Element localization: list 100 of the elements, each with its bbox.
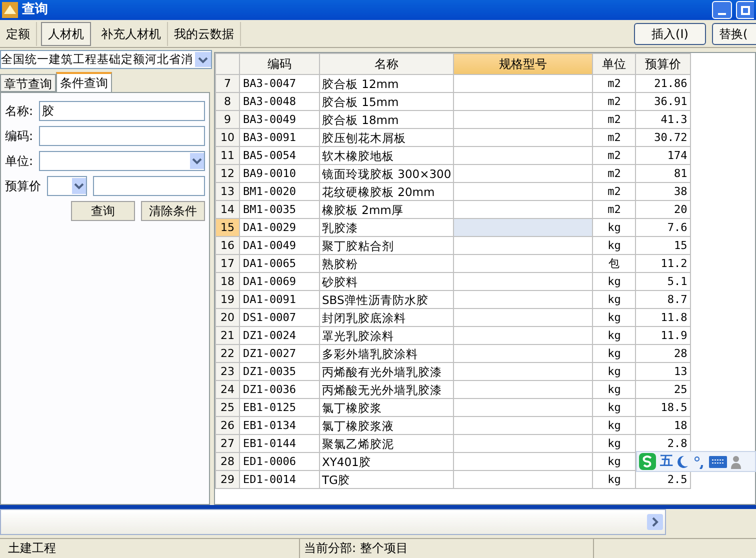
row-number: 9 [216,110,240,128]
table-cell: 11.2 [636,254,691,272]
table-cell: 21.86 [636,74,691,92]
table-cell: SBS弹性沥青防水胶 [320,290,454,308]
row-number: 24 [216,380,240,398]
table-cell: 18 [636,416,691,434]
field-label: 单位: [5,153,34,170]
column-header[interactable]: 单位 [592,54,636,74]
toolbar-tab[interactable]: 定额 [0,22,37,46]
text-field[interactable]: 胶 [39,101,205,121]
table-cell: 花纹硬橡胶板 20mm [320,182,454,200]
insert-button[interactable]: 插入(I) [634,22,706,44]
table-cell: kg [592,290,636,308]
table-cell: kg [592,236,636,254]
ime-mode[interactable]: 五 [660,454,673,470]
table-cell: DZ1-0027 [240,344,320,362]
table-cell: ED1-0014 [240,470,320,488]
row-number: 26 [216,416,240,434]
table-cell: 软木橡胶地板 [320,146,454,164]
keyboard-icon[interactable] [709,456,727,468]
table-cell: 胶合板 18mm [320,110,454,128]
text-field[interactable] [39,126,205,146]
query-tab[interactable]: 条件查询 [56,72,112,92]
search-button[interactable]: 查询 [71,201,135,221]
field-label: 预算价 [5,178,39,195]
library-select[interactable]: 全国统一建筑工程基础定额河北省消 [0,50,212,69]
table-cell: m2 [592,200,636,218]
column-header[interactable]: 名称 [320,54,454,74]
table-cell: 封闭乳胶底涂料 [320,308,454,326]
table-cell: DA1-0069 [240,272,320,290]
table-cell: EB1-0134 [240,416,320,434]
unit-select[interactable] [39,151,205,171]
table-cell: 镜面玲珑胶板 300×300 [320,164,454,182]
status-section: 当前分部: 整个项目 [300,539,594,558]
table-cell: 胶合板 15mm [320,92,454,110]
table-cell: kg [592,326,636,344]
column-header[interactable]: 预算价 [636,54,691,74]
clear-button[interactable]: 清除条件 [141,201,205,221]
toolbar-tab[interactable]: 补充人材机 [95,22,168,46]
table-cell: m2 [592,128,636,146]
query-tab[interactable]: 章节查询 [0,74,56,92]
table-cell: 砂胶料 [320,272,454,290]
toolbar-tab[interactable]: 人材机 [41,22,91,46]
table-cell: ED1-0006 [240,452,320,470]
row-number: 25 [216,398,240,416]
table-cell: BA9-0010 [240,164,320,182]
table-cell: 橡胶板 2mm厚 [320,200,454,218]
table-cell: BA3-0091 [240,128,320,146]
table-cell: BA3-0048 [240,92,320,110]
row-number: 27 [216,434,240,452]
scroll-right-icon [647,514,663,530]
table-cell: 包 [592,254,636,272]
table-cell: 7.6 [636,218,691,236]
table-cell: 11.9 [636,326,691,344]
table-cell: 174 [636,146,691,164]
moon-icon[interactable] [677,454,689,468]
user-icon[interactable] [731,454,741,468]
row-number: 8 [216,92,240,110]
replace-button[interactable]: 替换( [712,22,756,44]
table-cell: 丙烯酸无光外墙乳胶漆 [320,380,454,398]
operator-select[interactable] [47,176,87,196]
column-header[interactable]: 编码 [240,54,320,74]
row-number: 10 [216,128,240,146]
table-cell: DA1-0091 [240,290,320,308]
ime-logo-icon[interactable] [639,453,656,470]
price-field[interactable] [93,176,205,196]
row-number: 15 [216,218,240,236]
table-cell: 11.8 [636,308,691,326]
row-number: 18 [216,272,240,290]
row-number: 14 [216,200,240,218]
minimize-button[interactable] [712,1,732,19]
table-cell: 20 [636,200,691,218]
table-cell: 氯丁橡胶浆液 [320,416,454,434]
toolbar-tab[interactable]: 我的云数据 [168,22,241,46]
table-cell: BA3-0047 [240,74,320,92]
table-cell: 胶合板 12mm [320,74,454,92]
table-cell: 多彩外墙乳胶涂料 [320,344,454,362]
table-cell: 乳胶漆 [320,218,454,236]
dropdown-icon [195,52,211,67]
table-cell: 5.1 [636,272,691,290]
table-cell: DZ1-0036 [240,380,320,398]
table-cell: 聚氯乙烯胶泥 [320,434,454,452]
table-cell: BA5-0054 [240,146,320,164]
column-header[interactable]: 规格型号 [454,54,593,74]
table-cell: 15 [636,236,691,254]
table-cell: 氯丁橡胶浆 [320,398,454,416]
table-cell: kg [592,218,636,236]
table-cell: 25 [636,380,691,398]
table-cell: kg [592,362,636,380]
table-cell: 8.7 [636,290,691,308]
punctuation-icon[interactable] [693,454,705,468]
table-cell: DZ1-0035 [240,362,320,380]
row-number: 13 [216,182,240,200]
table-cell: EB1-0144 [240,434,320,452]
table-cell: 41.3 [636,110,691,128]
table-cell: 18.5 [636,398,691,416]
row-number: 21 [216,326,240,344]
horizontal-scrollbar[interactable] [0,509,666,535]
window-title: 查询 [22,1,48,20]
maximize-button[interactable] [736,1,754,19]
